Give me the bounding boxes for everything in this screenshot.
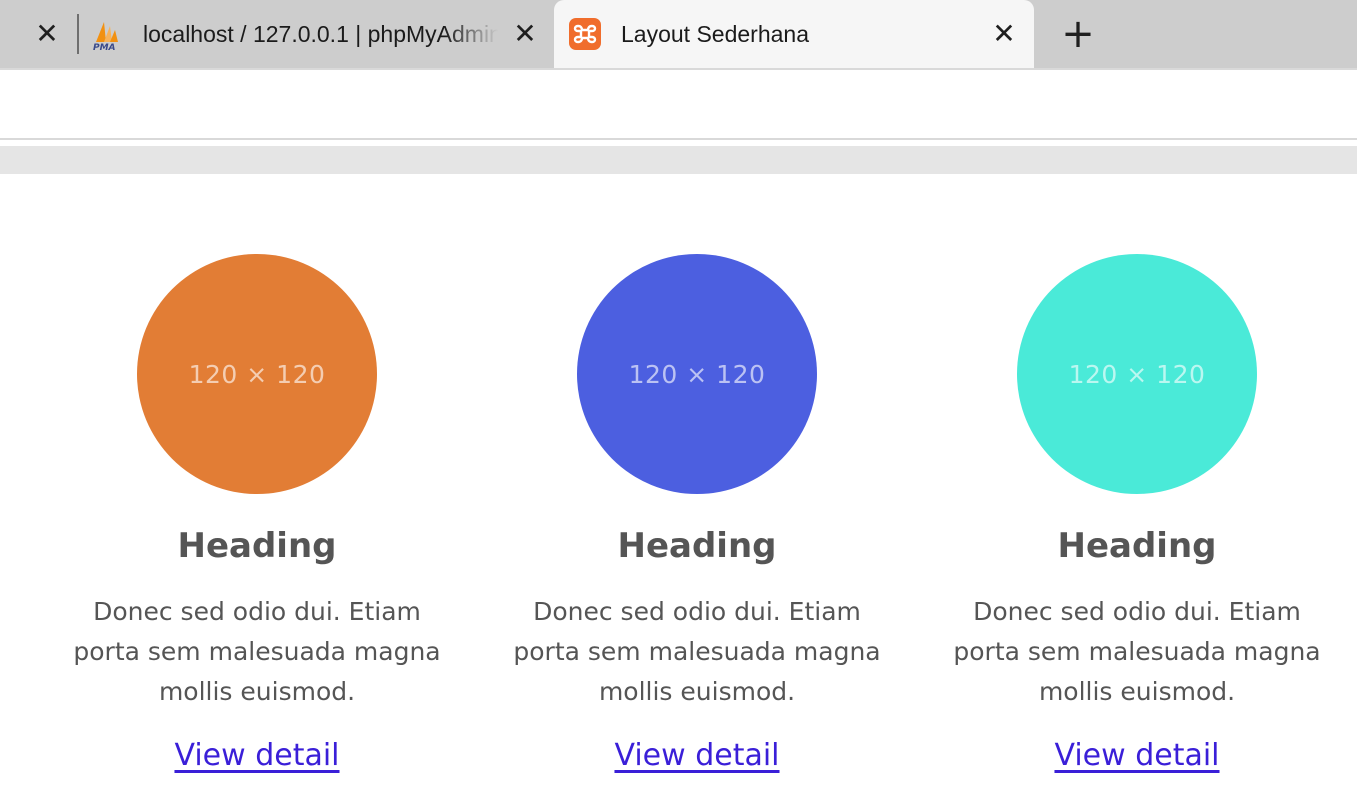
- browser-toolbar: [0, 68, 1357, 140]
- marketing-card: 120 × 120 Heading Donec sed odio dui. Et…: [917, 254, 1357, 773]
- tab-phpmyadmin[interactable]: PMA localhost / 127.0.0.1 | phpMyAdmin ✕: [80, 0, 552, 68]
- close-tab-icon[interactable]: ✕: [987, 17, 1021, 51]
- new-tab-button[interactable]: +: [1058, 14, 1098, 54]
- marketing-card: 120 × 120 Heading Donec sed odio dui. Et…: [477, 254, 917, 773]
- card-thumbnail: 120 × 120: [137, 254, 377, 494]
- thumbnail-label: 120 × 120: [188, 359, 326, 389]
- card-heading: Heading: [617, 526, 777, 566]
- thumbnail-label: 120 × 120: [628, 359, 766, 389]
- card-thumbnail: 120 × 120: [1017, 254, 1257, 494]
- card-thumbnail: 120 × 120: [577, 254, 817, 494]
- card-text: Donec sed odio dui. Etiam porta sem male…: [953, 597, 1321, 706]
- xampp-icon: [569, 18, 601, 50]
- marketing-card: 120 × 120 Heading Donec sed odio dui. Et…: [37, 254, 477, 773]
- tab-title: localhost / 127.0.0.1 | phpMyAdmin: [143, 20, 498, 47]
- close-tab-icon[interactable]: ✕: [30, 17, 64, 51]
- card-text: Donec sed odio dui. Etiam porta sem male…: [513, 597, 881, 706]
- card-heading: Heading: [177, 526, 337, 566]
- svg-text:PMA: PMA: [93, 43, 116, 52]
- view-detail-link[interactable]: View detail: [1054, 738, 1219, 773]
- page-top-strip: [0, 146, 1357, 174]
- card-text: Donec sed odio dui. Etiam porta sem male…: [73, 597, 441, 706]
- page-content: 120 × 120 Heading Donec sed odio dui. Et…: [0, 174, 1357, 807]
- view-detail-link[interactable]: View detail: [174, 738, 339, 773]
- phpmyadmin-icon: PMA: [93, 22, 118, 52]
- view-detail-link[interactable]: View detail: [614, 738, 779, 773]
- close-tab-icon[interactable]: ✕: [508, 17, 542, 51]
- tab-title: Layout Sederhana: [621, 20, 809, 47]
- thumbnail-label: 120 × 120: [1068, 359, 1206, 389]
- browser-tab-bar: ✕ PMA localhost / 127.0.0.1 | phpMyAdmin…: [0, 0, 1357, 68]
- tab-separator: [77, 14, 79, 54]
- card-heading: Heading: [1057, 526, 1217, 566]
- tab-layout-sederhana[interactable]: Layout Sederhana ✕: [554, 0, 1034, 68]
